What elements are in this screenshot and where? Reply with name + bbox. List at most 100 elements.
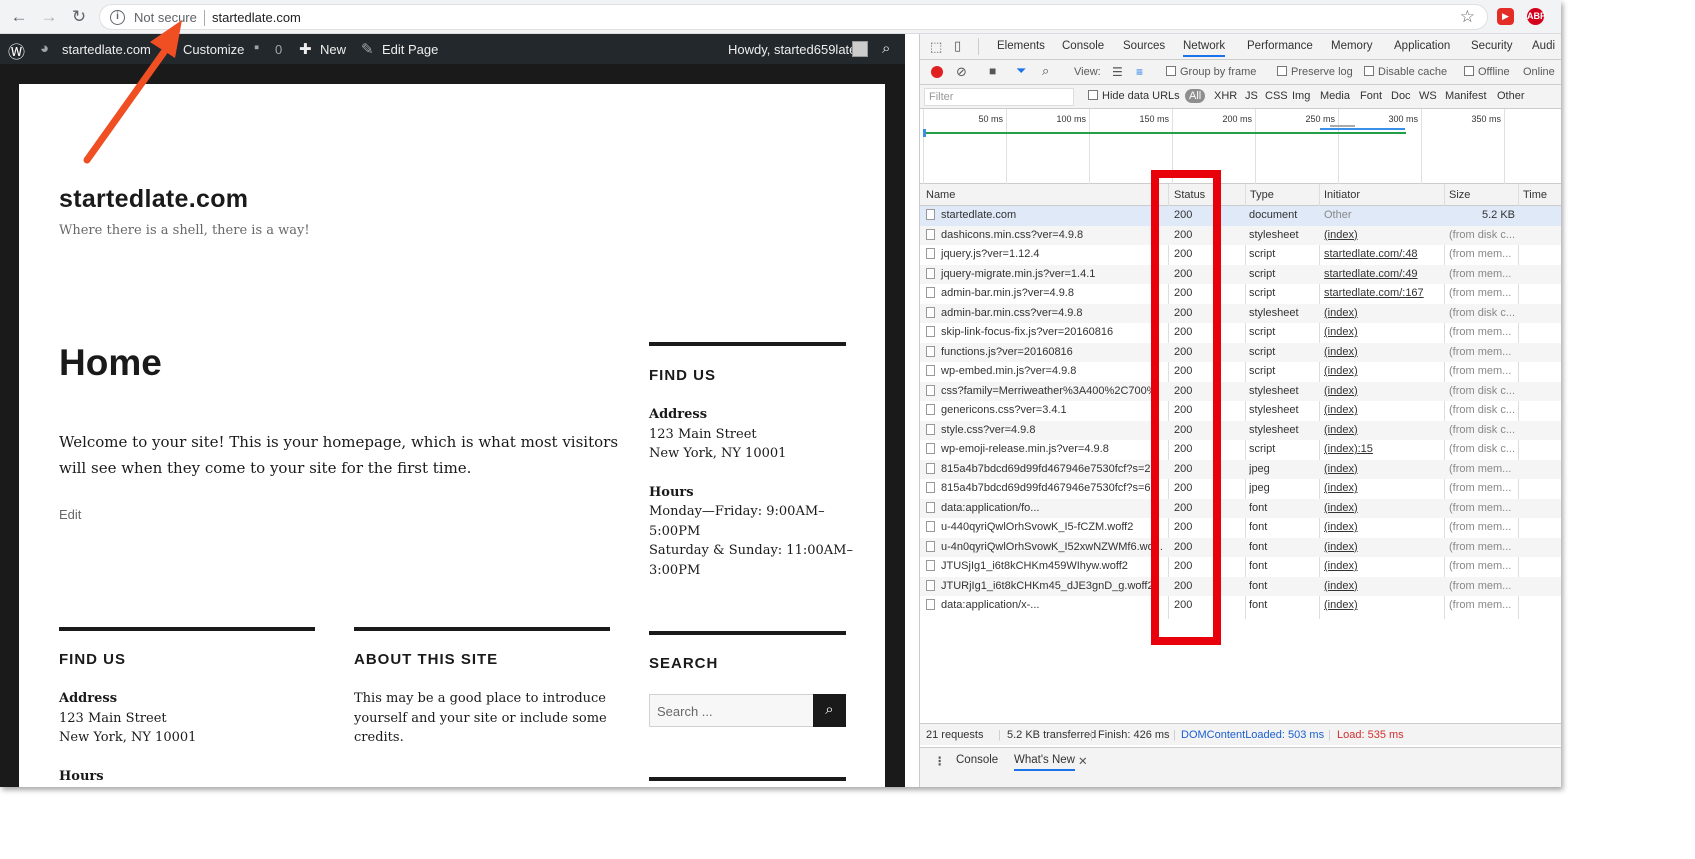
column-header-initiator[interactable]: Initiator [1324,189,1360,201]
filter-type-manifest[interactable]: Manifest [1445,90,1487,102]
tab-sources[interactable]: Sources [1123,40,1165,52]
cell-name[interactable]: wp-emoji-release.min.js?ver=4.9.8 [926,440,1166,460]
cell-name[interactable]: 815a4b7bdcd69d99fd467946e7530fcf?s=2... [926,460,1166,480]
cell-name[interactable]: functions.js?ver=20160816 [926,343,1166,363]
cell-name[interactable]: JTUSjIg1_i6t8kCHKm459WIhyw.woff2 [926,557,1166,577]
cell-name[interactable]: startedlate.com [926,206,1166,226]
cell-initiator[interactable]: (index) [1324,323,1442,343]
cell-initiator[interactable]: startedlate.com/:167 [1324,284,1442,304]
adminbar-new[interactable]: New [320,42,346,57]
cell-initiator[interactable]: (index) [1324,499,1442,519]
cell-name[interactable]: data:application/x-... [926,596,1166,616]
cell-initiator[interactable]: (index) [1324,538,1442,558]
cell-name[interactable]: jquery.js?ver=1.12.4 [926,245,1166,265]
tab-security[interactable]: Security [1471,40,1513,52]
table-row[interactable]: wp-embed.min.js?ver=4.9.8 200 script (index… [920,362,1561,382]
close-icon[interactable]: ✕ [1078,754,1088,768]
hide-data-urls-toggle[interactable]: Hide data URLs [1088,90,1180,102]
filter-type-font[interactable]: Font [1360,90,1382,102]
tab-console[interactable]: Console [1062,40,1104,52]
offline-toggle[interactable]: Offline [1464,66,1510,78]
table-row[interactable]: style.css?ver=4.9.8 200 stylesheet (index)(… [920,420,1561,440]
table-row[interactable]: dashicons.min.css?ver=4.9.8 200 stylesheet… [920,225,1561,246]
cell-name[interactable]: data:application/fo... [926,499,1166,519]
cell-initiator[interactable]: (index) [1324,401,1442,421]
filter-type-img[interactable]: Img [1292,90,1310,102]
table-row[interactable]: genericons.css?ver=3.4.1 200 stylesheet (in… [920,401,1561,421]
cell-name[interactable]: u-4n0qyriQwlOrhSvowK_I52xwNZWMf6.wo... [926,538,1166,558]
tab-elements[interactable]: Elements [997,40,1045,52]
waterfall-icon[interactable]: ≡ [1136,65,1143,79]
inspect-icon[interactable]: ⬚ [930,39,942,55]
search-icon[interactable]: ⌕ [882,40,890,57]
cell-name[interactable]: skip-link-focus-fix.js?ver=20160816 [926,323,1166,343]
url-text[interactable]: startedlate.com [212,10,301,25]
filter-type-media[interactable]: Media [1320,90,1350,102]
tab-application[interactable]: Application [1394,40,1450,52]
clear-icon[interactable]: ⊘ [956,64,967,80]
tab-performance[interactable]: Performance [1247,40,1313,52]
cell-name[interactable]: u-440qyriQwlOrhSvowK_I5-fCZM.woff2 [926,518,1166,538]
group-by-frame-toggle[interactable]: Group by frame [1166,66,1256,78]
cell-name[interactable]: admin-bar.min.css?ver=4.9.8 [926,304,1166,324]
cell-name[interactable]: 815a4b7bdcd69d99fd467946e7530fcf?s=6... [926,479,1166,499]
cell-name[interactable]: JTURjIg1_i6t8kCHKm45_dJE3gnD_g.woff2 [926,577,1166,597]
table-row[interactable]: u-440qyriQwlOrhSvowK_I5-fCZM.woff2 200 fon… [920,518,1561,538]
table-row[interactable]: admin-bar.min.js?ver=4.9.8 200 script start… [920,284,1561,304]
ext-red-icon[interactable]: ▶ [1497,8,1514,25]
table-row[interactable]: skip-link-focus-fix.js?ver=20160816 200 sc… [920,323,1561,343]
tab-audits[interactable]: Audi [1532,40,1555,52]
back-icon[interactable]: ← [9,7,29,27]
checkbox[interactable] [1464,66,1474,76]
cell-initiator[interactable]: (index) [1324,343,1442,363]
cell-name[interactable]: admin-bar.min.js?ver=4.9.8 [926,284,1166,304]
table-row[interactable]: jquery.js?ver=1.12.4 200 script startedlate… [920,245,1561,265]
adminbar-customize[interactable]: Customize [183,42,244,57]
filter-type-other[interactable]: Other [1497,90,1525,102]
cell-initiator[interactable]: (index) [1324,479,1442,499]
table-row[interactable]: JTURjIg1_i6t8kCHKm45_dJE3gnD_g.woff2 200 f… [920,576,1561,597]
table-row[interactable]: data:application/fo... 200 font (index) (fro… [920,498,1561,519]
adminbar-comment-count[interactable]: 0 [275,42,282,57]
table-row[interactable]: 815a4b7bdcd69d99fd467946e7530fcf?s=6... 2… [920,479,1561,499]
cell-initiator[interactable]: (index) [1324,596,1442,616]
cell-initiator[interactable]: (index) [1324,382,1442,402]
disable-cache-toggle[interactable]: Disable cache [1364,66,1447,78]
filter-type-ws[interactable]: WS [1419,90,1437,102]
record-icon[interactable] [931,66,943,78]
checkbox[interactable] [1364,66,1374,76]
info-icon[interactable]: i [110,10,125,25]
adminbar-edit-page[interactable]: Edit Page [382,42,438,57]
drawer-tab-console[interactable]: Console [956,754,998,766]
tab-network[interactable]: Network [1183,40,1226,57]
cell-initiator[interactable]: (index) [1324,362,1442,382]
table-row[interactable]: JTUSjIg1_i6t8kCHKm459WIhyw.woff2 200 font(… [920,557,1561,577]
security-indicator[interactable]: Not secure [134,10,197,25]
adminbar-site-link[interactable]: startedlate.com [62,42,151,57]
table-row[interactable]: data:application/x-... 200 font (index) (fro… [920,596,1561,616]
table-row[interactable]: 815a4b7bdcd69d99fd467946e7530fcf?s=2... 2… [920,459,1561,480]
network-overview[interactable]: 50 ms 100 ms 150 ms 200 ms 250 ms 300 ms… [920,109,1561,184]
checkbox[interactable] [1088,90,1098,100]
table-row[interactable]: admin-bar.min.css?ver=4.9.8 200 stylesheet… [920,303,1561,324]
cell-initiator[interactable]: (index):15 [1324,440,1442,460]
abp-icon[interactable]: ABP [1527,8,1546,25]
cell-initiator[interactable]: (index) [1324,460,1442,480]
search-input[interactable]: Search ... [649,694,815,727]
camera-icon[interactable]: ■ [989,64,996,78]
address-bar[interactable]: i Not secure startedlate.com ☆ [99,4,1488,30]
cell-initiator[interactable]: (index) [1324,304,1442,324]
column-header-time[interactable]: Time [1523,189,1547,201]
column-header-size[interactable]: Size [1449,189,1470,201]
cell-initiator[interactable]: (index) [1324,518,1442,538]
filter-type-all[interactable]: All [1185,89,1206,103]
filter-icon[interactable]: ⏷ [1016,63,1026,79]
cell-initiator[interactable]: (index) [1324,226,1442,246]
checkbox[interactable] [1277,66,1287,76]
forward-icon[interactable]: → [39,7,59,27]
table-row[interactable]: wp-emoji-release.min.js?ver=4.9.8 200 scri… [920,440,1561,460]
table-row[interactable]: jquery-migrate.min.js?ver=1.4.1 200 script… [920,264,1561,284]
cell-name[interactable]: wp-embed.min.js?ver=4.9.8 [926,362,1166,382]
drawer-tab-whats-new[interactable]: What's New [1014,754,1075,771]
table-row[interactable]: css?family=Merriweather%3A400%2C700% 200 s… [920,381,1561,402]
